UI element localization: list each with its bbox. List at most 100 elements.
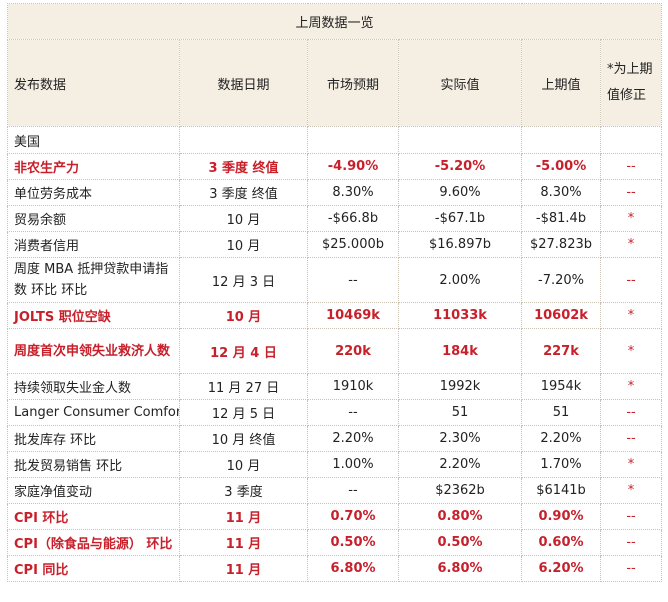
row-date: 10 月 [179,302,308,329]
table-row: 单位劳务成本 3 季度 终值 8.30% 9.60% 8.30% -- [7,179,663,206]
row-previous: $6141b [521,477,601,504]
row-actual: $16.897b [398,231,522,258]
table-row: 批发贸易销售 环比 10 月 1.00% 2.20% 1.70% * [7,451,663,478]
row-actual: 0.80% [398,503,522,530]
row-previous: -5.00% [521,153,601,180]
row-previous: 227k [521,328,601,374]
table-row: Langer Consumer Comfort 12 月 5 日 -- 51 51 -- [7,399,663,426]
row-actual: 51 [398,399,522,426]
row-forecast: -- [307,257,399,303]
group-empty-cell [599,126,663,154]
row-forecast: 10469k [307,302,399,329]
row-forecast: $25.000b [307,231,399,258]
row-date: 11 月 [179,503,308,530]
row-forecast: -4.90% [307,153,399,180]
row-revised-mark: -- [599,399,663,426]
group-row: 美国 [7,126,663,154]
row-date: 12 月 4 日 [179,328,308,374]
row-name: 家庭净值变动 [7,477,180,504]
group-label: 美国 [7,126,180,154]
table-header-row: 发布数据 数据日期 市场预期 实际值 上期值 *为上期值修正 [7,39,663,127]
row-revised-mark: * [599,451,663,478]
row-name: 持续领取失业金人数 [7,373,180,400]
row-actual: $2362b [398,477,522,504]
row-forecast: 1910k [307,373,399,400]
row-actual: -$67.1b [398,205,522,232]
row-actual: 2.00% [398,257,522,303]
row-previous: 0.60% [521,529,601,556]
header-previous: 上期值 [521,39,601,127]
row-previous: 2.20% [521,425,601,452]
row-revised-mark: * [599,328,663,374]
row-revised-mark: -- [599,503,663,530]
row-actual: 2.30% [398,425,522,452]
row-forecast: 6.80% [307,555,399,582]
row-revised-mark: -- [599,153,663,180]
row-date: 10 月 [179,205,308,232]
row-forecast: 1.00% [307,451,399,478]
table-row: CPI（除食品与能源） 环比 11 月 0.50% 0.50% 0.60% -- [7,529,663,556]
row-forecast: -$66.8b [307,205,399,232]
table-row: 批发库存 环比 10 月 终值 2.20% 2.30% 2.20% -- [7,425,663,452]
row-name: 贸易余额 [7,205,180,232]
row-name: 非农生产力 [7,153,180,180]
row-date: 3 季度 终值 [179,153,308,180]
row-name: 批发贸易销售 环比 [7,451,180,478]
header-forecast: 市场预期 [307,39,399,127]
table-row: 周度首次申领失业救济人数 12 月 4 日 220k 184k 227k * [7,328,663,374]
row-revised-mark: -- [599,257,663,303]
row-previous: 8.30% [521,179,601,206]
row-forecast: 2.20% [307,425,399,452]
table-row: JOLTS 职位空缺 10 月 10469k 11033k 10602k * [7,302,663,329]
row-forecast: 0.70% [307,503,399,530]
weekly-data-table: 上周数据一览 发布数据 数据日期 市场预期 实际值 上期值 *为上期值修正 美国… [6,3,663,582]
row-forecast: -- [307,477,399,504]
row-actual: 6.80% [398,555,522,582]
row-date: 12 月 3 日 [179,257,308,303]
row-name: 单位劳务成本 [7,179,180,206]
row-forecast: 220k [307,328,399,374]
row-date: 11 月 27 日 [179,373,308,400]
row-name: 周度首次申领失业救济人数 [7,328,180,374]
row-revised-mark: * [599,231,663,258]
row-date: 10 月 终值 [179,425,308,452]
row-date: 3 季度 终值 [179,179,308,206]
table-row: 家庭净值变动 3 季度 -- $2362b $6141b * [7,477,663,504]
row-date: 12 月 5 日 [179,399,308,426]
row-actual: 0.50% [398,529,522,556]
row-previous: $27.823b [521,231,601,258]
header-actual: 实际值 [398,39,522,127]
group-empty-cell [521,126,601,154]
group-empty-cell [179,126,308,154]
row-revised-mark: * [599,302,663,329]
row-date: 11 月 [179,555,308,582]
row-name: 周度 MBA 抵押贷款申请指数 环比 环比 [7,257,180,303]
header-revised: *为上期值修正 [599,39,663,127]
table-row: 周度 MBA 抵押贷款申请指数 环比 环比 12 月 3 日 -- 2.00% -7.2… [7,257,663,303]
row-name: JOLTS 职位空缺 [7,302,180,329]
row-previous: 1.70% [521,451,601,478]
row-name: 批发库存 环比 [7,425,180,452]
row-revised-mark: * [599,373,663,400]
row-name: CPI（除食品与能源） 环比 [7,529,180,556]
header-date: 数据日期 [179,39,308,127]
row-date: 10 月 [179,231,308,258]
table-row: 持续领取失业金人数 11 月 27 日 1910k 1992k 1954k * [7,373,663,400]
row-previous: 0.90% [521,503,601,530]
row-previous: 10602k [521,302,601,329]
row-revised-mark: * [599,477,663,504]
header-release: 发布数据 [7,39,180,127]
row-revised-mark: -- [599,425,663,452]
table-row: 非农生产力 3 季度 终值 -4.90% -5.20% -5.00% -- [7,153,663,180]
row-previous: 6.20% [521,555,601,582]
row-date: 11 月 [179,529,308,556]
row-actual: 9.60% [398,179,522,206]
row-previous: 1954k [521,373,601,400]
row-revised-mark: -- [599,179,663,206]
row-actual: 11033k [398,302,522,329]
row-revised-mark: -- [599,529,663,556]
row-actual: 184k [398,328,522,374]
row-previous: 51 [521,399,601,426]
row-name: CPI 环比 [7,503,180,530]
row-revised-mark: * [599,205,663,232]
